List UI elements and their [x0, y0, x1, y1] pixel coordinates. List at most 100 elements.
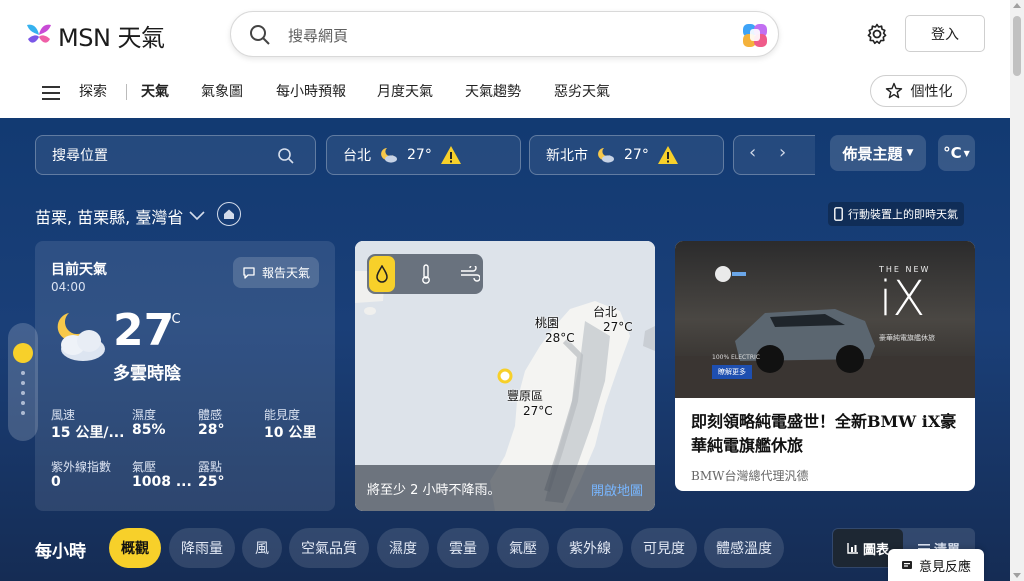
stat-value-dew-point: 25° [198, 474, 225, 490]
scroll-up-arrow-icon[interactable] [1013, 3, 1021, 8]
map-layer-switcher [367, 254, 483, 294]
carousel-dot[interactable] [21, 411, 25, 415]
city-temp: 27° [624, 147, 649, 163]
tab-precipitation[interactable]: 降雨量 [169, 528, 235, 568]
city-name: 台北 [343, 148, 371, 164]
feedback-icon [901, 561, 912, 569]
star-pen-icon [885, 82, 902, 99]
mobile-live-weather-link[interactable]: 行動裝置上的即時天氣 [828, 202, 964, 226]
tab-air-quality[interactable]: 空氣品質 [289, 528, 369, 568]
current-weather-card: 目前天氣 04:00 報告天氣 27 °C 多雲時陰 風速 15 公里/... … [35, 241, 335, 511]
sun-icon [13, 343, 33, 363]
ad-sub-text: 豪華純電旗艦休旅 [879, 334, 935, 342]
layer-precipitation[interactable] [369, 256, 395, 292]
current-weather-title: 目前天氣 [51, 262, 107, 278]
logo-text: MSN 天氣 [58, 24, 165, 52]
home-icon [224, 209, 234, 219]
tab-uv[interactable]: 紫外線 [557, 528, 623, 568]
map-city-temp: 27°C [523, 404, 553, 418]
carousel-dot[interactable] [21, 391, 25, 395]
location-selector[interactable]: 苗栗, 苗栗縣, 臺灣省 [35, 204, 205, 228]
nav-item-severe[interactable]: 惡劣天氣 [554, 81, 610, 101]
carousel-dot[interactable] [21, 371, 25, 375]
scroll-down-arrow-icon[interactable] [1013, 573, 1021, 578]
phone-icon [834, 207, 843, 221]
carousel-dot[interactable] [21, 381, 25, 385]
chart-view-label: 圖表 [862, 542, 889, 558]
carousel-dot[interactable] [21, 401, 25, 405]
wind-icon [461, 266, 480, 282]
tab-humidity[interactable]: 濕度 [377, 528, 429, 568]
nav-item-hourly-forecast[interactable]: 每小時預報 [276, 81, 346, 101]
tab-overview[interactable]: 概觀 [109, 528, 161, 568]
login-button[interactable]: 登入 [905, 15, 985, 52]
stat-label-feels-like: 體感 [198, 408, 223, 422]
nav-item-weather-map[interactable]: 氣象圖 [201, 81, 243, 101]
nav-divider [126, 84, 127, 100]
stat-label-pressure: 氣壓 [132, 460, 157, 474]
stat-value-wind: 15 公里/... [51, 425, 125, 441]
scrollbar-thumb[interactable] [1013, 16, 1021, 76]
location-name: 苗栗, 苗栗縣, 臺灣省 [35, 208, 184, 227]
location-search-input[interactable]: 搜尋位置 [35, 135, 316, 175]
nav-bar: 探索 天氣 氣象圖 每小時預報 月度天氣 天氣趨勢 惡劣天氣 個性化 [0, 70, 1010, 118]
theme-dropdown[interactable]: 佈景主題 ▼ [830, 135, 926, 171]
copilot-icon[interactable] [740, 20, 770, 50]
weather-panel: 搜尋位置 台北 27° 新北市 27° ‹ › 佈景主題 ▼ °C ▼ 苗栗, … [0, 118, 1010, 581]
caret-down-icon: ▼ [906, 148, 914, 158]
map-label-taoyuan: 桃園 28°C [535, 314, 575, 345]
city-chip-taipei[interactable]: 台北 27° [326, 135, 521, 175]
nav-explore[interactable]: 探索 [79, 81, 107, 101]
map-city-temp: 28°C [545, 331, 575, 345]
chevron-left-icon[interactable]: ‹ [749, 142, 756, 163]
open-map-link[interactable]: 開啟地圖 [591, 480, 643, 499]
feedback-button[interactable]: 意見反應 [888, 549, 984, 581]
ad-badge-text: 100% ELECTRIC [712, 354, 760, 361]
unit-dropdown[interactable]: °C ▼ [938, 135, 975, 171]
caret-down-icon: ▼ [963, 148, 970, 158]
raindrop-icon [376, 265, 388, 283]
current-weather-time: 04:00 [51, 280, 86, 294]
msn-logo[interactable]: MSN 天氣 [24, 18, 165, 53]
stat-value-uv: 0 [51, 474, 61, 490]
current-condition: 多雲時陰 [113, 364, 181, 384]
web-search-box[interactable]: 搜尋網頁 [230, 11, 779, 57]
settings-gear-icon[interactable] [865, 22, 889, 46]
tab-visibility[interactable]: 可見度 [631, 528, 697, 568]
layer-wind[interactable] [457, 256, 483, 292]
tab-feels-like[interactable]: 體感溫度 [704, 528, 784, 568]
ad-title[interactable]: 即刻領略純電盛世！全新BMW iX豪華純電旗艦休旅 [691, 410, 966, 458]
warning-icon [657, 146, 678, 164]
report-weather-button[interactable]: 報告天氣 [233, 257, 319, 288]
nav-item-monthly[interactable]: 月度天氣 [377, 81, 433, 101]
stat-label-dew-point: 露點 [198, 460, 223, 474]
tab-cloud-cover[interactable]: 雲量 [437, 528, 489, 568]
ad-card[interactable]: THE NEW iX 豪華純電旗艦休旅 100% ELECTRIC 瞭解更多 即… [675, 241, 975, 491]
chat-bubble-icon [243, 266, 255, 279]
ad-cta-button[interactable]: 瞭解更多 [712, 365, 752, 379]
layer-temperature[interactable] [413, 256, 439, 292]
personalize-label: 個性化 [910, 84, 953, 100]
tab-wind[interactable]: 風 [242, 528, 282, 568]
city-chip-new-taipei[interactable]: 新北市 27° [529, 135, 724, 175]
nav-item-weather[interactable]: 天氣 [141, 81, 169, 101]
city-chip-partial[interactable] [733, 135, 815, 175]
tab-pressure[interactable]: 氣壓 [497, 528, 549, 568]
chevron-down-icon [189, 211, 205, 221]
search-icon [278, 148, 294, 164]
weather-map-card[interactable]: 桃園 28°C 台北 27°C 豐原區 27°C 將至少 2 小時不降雨。 開啟… [355, 241, 655, 511]
feedback-label: 意見反應 [918, 559, 971, 575]
side-carousel-indicator[interactable] [8, 323, 38, 441]
home-location-button[interactable] [217, 202, 241, 226]
page-scrollbar[interactable] [1010, 0, 1024, 581]
nav-item-trends[interactable]: 天氣趨勢 [465, 81, 521, 101]
personalize-button[interactable]: 個性化 [870, 75, 967, 107]
stat-value-visibility: 10 公里 [264, 425, 317, 441]
unit-label: °C [943, 144, 962, 162]
city-temp: 27° [407, 147, 432, 163]
hamburger-menu-icon[interactable] [42, 86, 60, 100]
rain-forecast-text: 將至少 2 小時不降雨。 [367, 482, 501, 498]
chevron-right-icon[interactable]: › [779, 142, 786, 163]
stat-value-feels-like: 28° [198, 422, 225, 438]
theme-label: 佈景主題 [842, 144, 903, 163]
